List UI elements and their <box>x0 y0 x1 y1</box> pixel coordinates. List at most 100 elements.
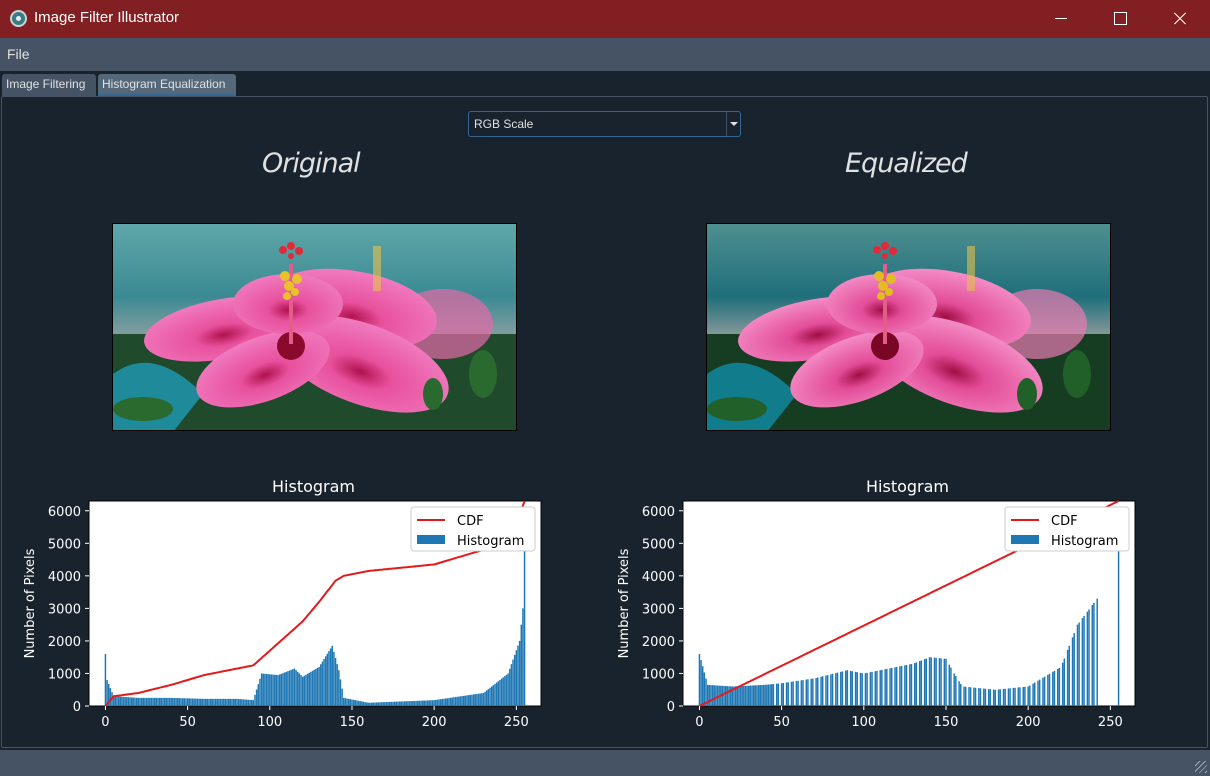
histogram-bar <box>1042 677 1044 706</box>
close-button[interactable] <box>1149 0 1207 38</box>
histogram-bar <box>351 699 353 706</box>
histogram-bar <box>840 671 842 706</box>
histogram-bar <box>963 686 965 706</box>
histogram-bar <box>958 681 960 706</box>
y-tick-label: 5000 <box>48 537 81 552</box>
minimize-button[interactable] <box>1033 0 1091 38</box>
histogram-bar <box>375 702 378 706</box>
histogram-bar <box>859 672 862 706</box>
histogram-bar <box>512 659 514 706</box>
histogram-bar <box>487 689 490 706</box>
histogram-bar <box>293 668 296 706</box>
menu-bar: File <box>0 38 1210 71</box>
resize-grip-icon[interactable] <box>1195 761 1207 773</box>
histogram-bar <box>229 698 232 706</box>
histogram-bar <box>211 698 214 706</box>
histogram-bar <box>195 698 197 706</box>
histogram-bar <box>780 683 783 706</box>
histogram-bar <box>1002 688 1005 706</box>
histogram-bar <box>933 657 936 706</box>
histogram-bar <box>331 645 333 706</box>
histogram-bar <box>428 700 430 706</box>
histogram-bar <box>435 699 437 706</box>
histogram-bar <box>748 685 750 706</box>
histogram-bar <box>854 671 857 706</box>
chevron-down-icon[interactable] <box>726 112 740 136</box>
histogram-bar <box>918 661 921 706</box>
y-tick-label: 0 <box>667 700 675 715</box>
histogram-bar <box>984 688 987 706</box>
histogram-bar <box>785 682 788 706</box>
histogram-bar <box>241 699 243 706</box>
histogram-bar <box>223 698 225 706</box>
histogram-bar <box>759 685 761 706</box>
y-axis-label: Number of Pixels <box>23 548 38 658</box>
histogram-bar <box>744 685 747 706</box>
histogram-bar <box>454 697 457 706</box>
histogram-bar <box>756 685 758 706</box>
menu-file[interactable]: File <box>7 46 30 62</box>
histogram-bar <box>203 698 205 706</box>
histogram-bar <box>456 696 458 706</box>
histogram-bar <box>992 689 995 706</box>
histogram-bar <box>389 701 391 706</box>
histogram-bar <box>881 669 883 706</box>
histogram-bar <box>380 702 383 706</box>
tab-histogram-equalization[interactable]: Histogram Equalization <box>98 74 236 96</box>
histogram-bar <box>121 696 123 706</box>
histogram-bar <box>282 673 284 706</box>
histogram-bar <box>328 651 330 706</box>
histogram-bar <box>775 683 778 706</box>
histogram-bar <box>1076 624 1079 706</box>
histogram-bar <box>711 685 714 706</box>
histogram-bar <box>812 678 814 706</box>
histogram-bar <box>412 700 414 706</box>
histogram-bar <box>178 698 181 706</box>
histogram-bar <box>1096 598 1098 706</box>
histogram-bar <box>864 673 867 706</box>
histogram-bar <box>948 664 951 706</box>
histogram-bar <box>134 697 136 706</box>
histogram-bar <box>405 701 407 706</box>
histogram-bar <box>269 674 271 706</box>
histogram-bar <box>1078 622 1080 706</box>
histogram-bar <box>257 684 260 706</box>
histogram-bar <box>132 697 135 706</box>
histogram-bar <box>200 698 202 706</box>
equalized-image <box>706 223 1111 431</box>
histogram-bar <box>196 698 199 706</box>
histogram-bar <box>300 675 302 706</box>
histogram-bar <box>209 698 212 706</box>
histogram-bar <box>983 688 985 706</box>
histogram-bar <box>777 683 780 706</box>
histogram-bar <box>441 698 444 706</box>
histogram-bar <box>303 675 306 706</box>
histogram-bar <box>800 680 803 706</box>
histogram-bar <box>955 676 957 706</box>
histogram-bar <box>338 670 340 706</box>
maximize-button[interactable] <box>1091 0 1149 38</box>
histogram-bar <box>522 608 524 706</box>
histogram-bar <box>168 697 171 706</box>
histogram-bar <box>825 675 827 706</box>
histogram-bar <box>193 698 195 706</box>
y-tick-label: 5000 <box>642 537 675 552</box>
histogram-bar <box>149 697 151 706</box>
tab-image-filtering[interactable]: Image Filtering <box>2 74 96 96</box>
histogram-bar <box>384 702 386 706</box>
color-scale-select[interactable]: RGB Scale <box>468 111 741 137</box>
histogram-bar <box>320 664 322 706</box>
histogram-bar <box>486 690 488 706</box>
histogram-bar <box>884 669 886 706</box>
histogram-bar <box>994 689 997 706</box>
histogram-bar <box>1022 686 1024 706</box>
legend-cdf-label: CDF <box>457 514 484 529</box>
histogram-bar <box>899 666 901 706</box>
histogram-bar <box>390 701 393 706</box>
original-heading: Original <box>262 148 361 179</box>
histogram-bar <box>1009 688 1011 706</box>
equalized-heading: Equalized <box>845 148 968 179</box>
histogram-bar <box>894 667 896 706</box>
histogram-bar <box>1014 687 1016 706</box>
histogram-bar <box>359 701 361 706</box>
